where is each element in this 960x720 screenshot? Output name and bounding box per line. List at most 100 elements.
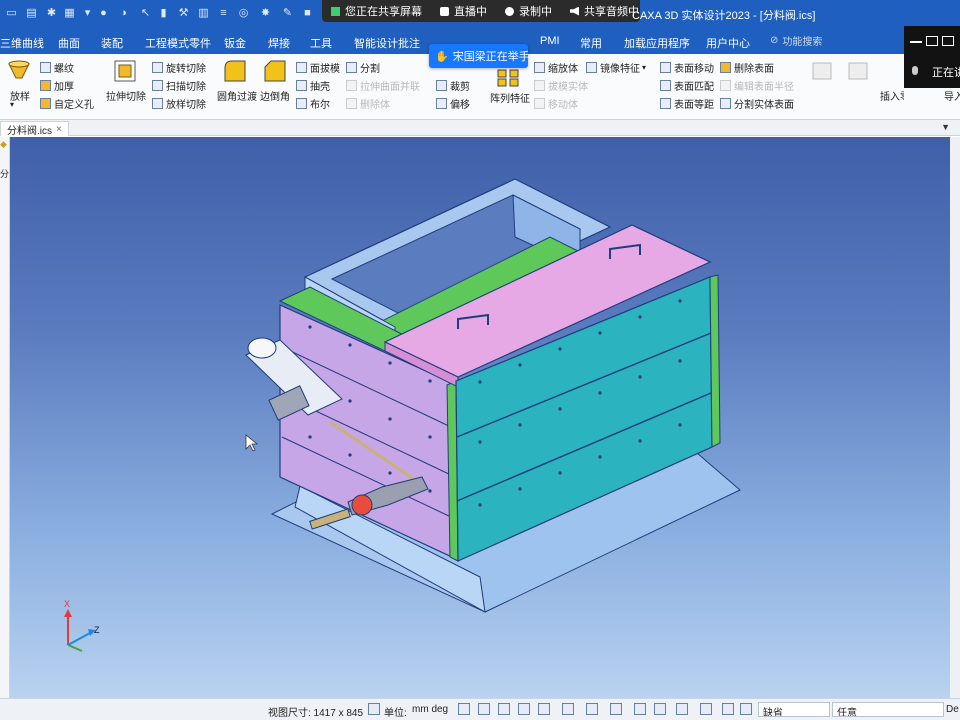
- folder-icon[interactable]: ■: [300, 5, 315, 20]
- pan-icon[interactable]: [498, 703, 510, 715]
- thread-button[interactable]: 螺纹: [40, 60, 74, 75]
- ribbon-overflow: 导入: [904, 88, 960, 120]
- bar-icon[interactable]: ▮: [156, 5, 171, 20]
- function-search[interactable]: ⊘ 功能搜索: [770, 32, 866, 48]
- face-move-button[interactable]: 表面移动: [660, 60, 714, 75]
- disabled-tool-2[interactable]: 移动体: [534, 96, 578, 111]
- settings-icon[interactable]: ✱: [44, 5, 59, 20]
- camera-view-icon[interactable]: [634, 703, 646, 715]
- boolean-button[interactable]: 布尔: [296, 96, 330, 111]
- minimize-icon[interactable]: [910, 41, 922, 43]
- param-face-off-button[interactable]: 拉伸曲面并联: [346, 78, 420, 93]
- new-icon[interactable]: ▭: [4, 5, 19, 20]
- thicken-button[interactable]: 加厚: [40, 78, 74, 93]
- circle-white-icon[interactable]: ●: [96, 5, 111, 20]
- panel-pin-icon[interactable]: ◆: [0, 139, 7, 150]
- share-screen-status[interactable]: 您正在共享屏幕: [322, 0, 431, 22]
- tab-engineering-part[interactable]: 工程模式零件: [145, 35, 211, 51]
- array-feature-button[interactable]: 阵列特征: [490, 90, 530, 105]
- selection-type-select[interactable]: 任意: [832, 702, 944, 717]
- viewport-scrollbar[interactable]: [950, 137, 960, 698]
- filter-field[interactable]: 缺省: [758, 702, 830, 717]
- tab-surface[interactable]: 曲面: [58, 35, 80, 51]
- view-orient-icon[interactable]: [538, 703, 550, 715]
- tab-3d-curve[interactable]: 三维曲线: [0, 35, 44, 51]
- shell-button[interactable]: 抽壳: [296, 78, 330, 93]
- zoom-icon[interactable]: [458, 703, 470, 715]
- axis-triad: [64, 609, 96, 652]
- left-panel-strip: ◆ 分: [0, 137, 10, 698]
- tab-common[interactable]: 常用: [580, 35, 602, 51]
- extrude-cut-button[interactable]: 拉伸切除: [106, 88, 146, 103]
- maximize-icon[interactable]: [942, 36, 954, 46]
- recording-status[interactable]: 录制中: [496, 0, 561, 22]
- loft-cut-button[interactable]: 放样切除: [152, 96, 206, 111]
- contrast-icon[interactable]: ◑: [116, 5, 131, 20]
- split-button[interactable]: 分割: [346, 60, 380, 75]
- light-icon[interactable]: [610, 703, 622, 715]
- layers-icon[interactable]: ≡: [216, 5, 231, 20]
- live-status[interactable]: 直播中: [431, 0, 496, 22]
- front-body-rim: [709, 274, 721, 448]
- import-button[interactable]: 导入: [944, 88, 960, 103]
- scale-body-button[interactable]: 缩放体: [534, 60, 578, 75]
- tab-smart-annotation[interactable]: 智能设计批注: [354, 35, 420, 51]
- disabled-tool-1[interactable]: 拔模实体: [534, 78, 588, 93]
- tab-sheet-metal[interactable]: 钣金: [224, 35, 246, 51]
- dropdown-icon[interactable]: ▾: [80, 5, 95, 20]
- face-draft-button[interactable]: 面拔模: [296, 60, 340, 75]
- axis-x-label: X: [64, 599, 70, 609]
- mirror-feature-button[interactable]: 镜像特征 ▾: [586, 60, 646, 75]
- face-equidistant-button[interactable]: 表面等距: [660, 96, 714, 111]
- mouse-cursor: [245, 434, 259, 452]
- delete-face-button[interactable]: 删除表面: [720, 60, 774, 75]
- rotate-icon[interactable]: [518, 703, 530, 715]
- chamfer-button[interactable]: 边倒角: [260, 88, 290, 103]
- microphone-icon: [912, 66, 918, 75]
- zoom-window-icon[interactable]: [478, 703, 490, 715]
- tab-assembly[interactable]: 装配: [101, 35, 123, 51]
- fillet-button[interactable]: 圆角过渡: [217, 88, 257, 103]
- document-tab[interactable]: 分料阀.ics ×: [0, 121, 69, 137]
- disabled-big-icon-1: [812, 62, 832, 80]
- tab-welding[interactable]: 焊接: [268, 35, 290, 51]
- face-match-button[interactable]: 表面匹配: [660, 78, 714, 93]
- open-icon[interactable]: ▤: [24, 5, 39, 20]
- sweep-cut-icon: [152, 80, 163, 91]
- unit-value[interactable]: mm deg: [412, 704, 448, 715]
- globe-icon[interactable]: ◎: [236, 5, 251, 20]
- pointer-icon[interactable]: [722, 703, 734, 715]
- delete-body-button[interactable]: 删除体: [346, 96, 390, 111]
- chart-icon[interactable]: ▥: [196, 5, 211, 20]
- section-icon[interactable]: [586, 703, 598, 715]
- disabled-tool-3[interactable]: 编辑表面半径: [720, 78, 794, 93]
- wrench-icon[interactable]: ⚒: [176, 5, 191, 20]
- tab-tools[interactable]: 工具: [310, 35, 332, 51]
- select-filter-icon[interactable]: [700, 703, 712, 715]
- trim-button[interactable]: 裁剪: [436, 78, 470, 93]
- sweep-cut-button[interactable]: 扫描切除: [152, 78, 206, 93]
- revolve-cut-button[interactable]: 旋转切除: [152, 60, 206, 75]
- cursor-select-icon[interactable]: [740, 703, 752, 715]
- panel-label[interactable]: 分: [0, 167, 9, 180]
- grid-icon[interactable]: ▦: [62, 5, 77, 20]
- close-icon[interactable]: ×: [56, 124, 62, 135]
- raise-hand-badge[interactable]: ✋ 宋国梁正在举手: [429, 44, 530, 68]
- tab-pmi[interactable]: PMI: [540, 35, 560, 47]
- arrow-icon[interactable]: ↖: [138, 5, 153, 20]
- pen-icon[interactable]: ✎: [280, 5, 295, 20]
- tab-list-dropdown-icon[interactable]: ▼: [941, 122, 950, 132]
- render-mode-icon[interactable]: [562, 703, 574, 715]
- split-solid-face-button[interactable]: 分割实体表面: [720, 96, 794, 111]
- star-icon[interactable]: ✸: [258, 5, 273, 20]
- 3d-viewport[interactable]: X Z: [10, 137, 950, 698]
- cube-icon[interactable]: [676, 703, 688, 715]
- loft-dropdown-icon[interactable]: ▾: [10, 100, 14, 109]
- custom-hole-button[interactable]: 自定义孔: [40, 96, 94, 111]
- tab-user-center[interactable]: 用户中心: [706, 35, 750, 51]
- loft-icon: [8, 60, 30, 79]
- restore-icon[interactable]: [926, 36, 938, 46]
- display-icon[interactable]: [654, 703, 666, 715]
- tab-load-app[interactable]: 加载应用程序: [624, 35, 690, 51]
- move-button[interactable]: 偏移: [436, 96, 470, 111]
